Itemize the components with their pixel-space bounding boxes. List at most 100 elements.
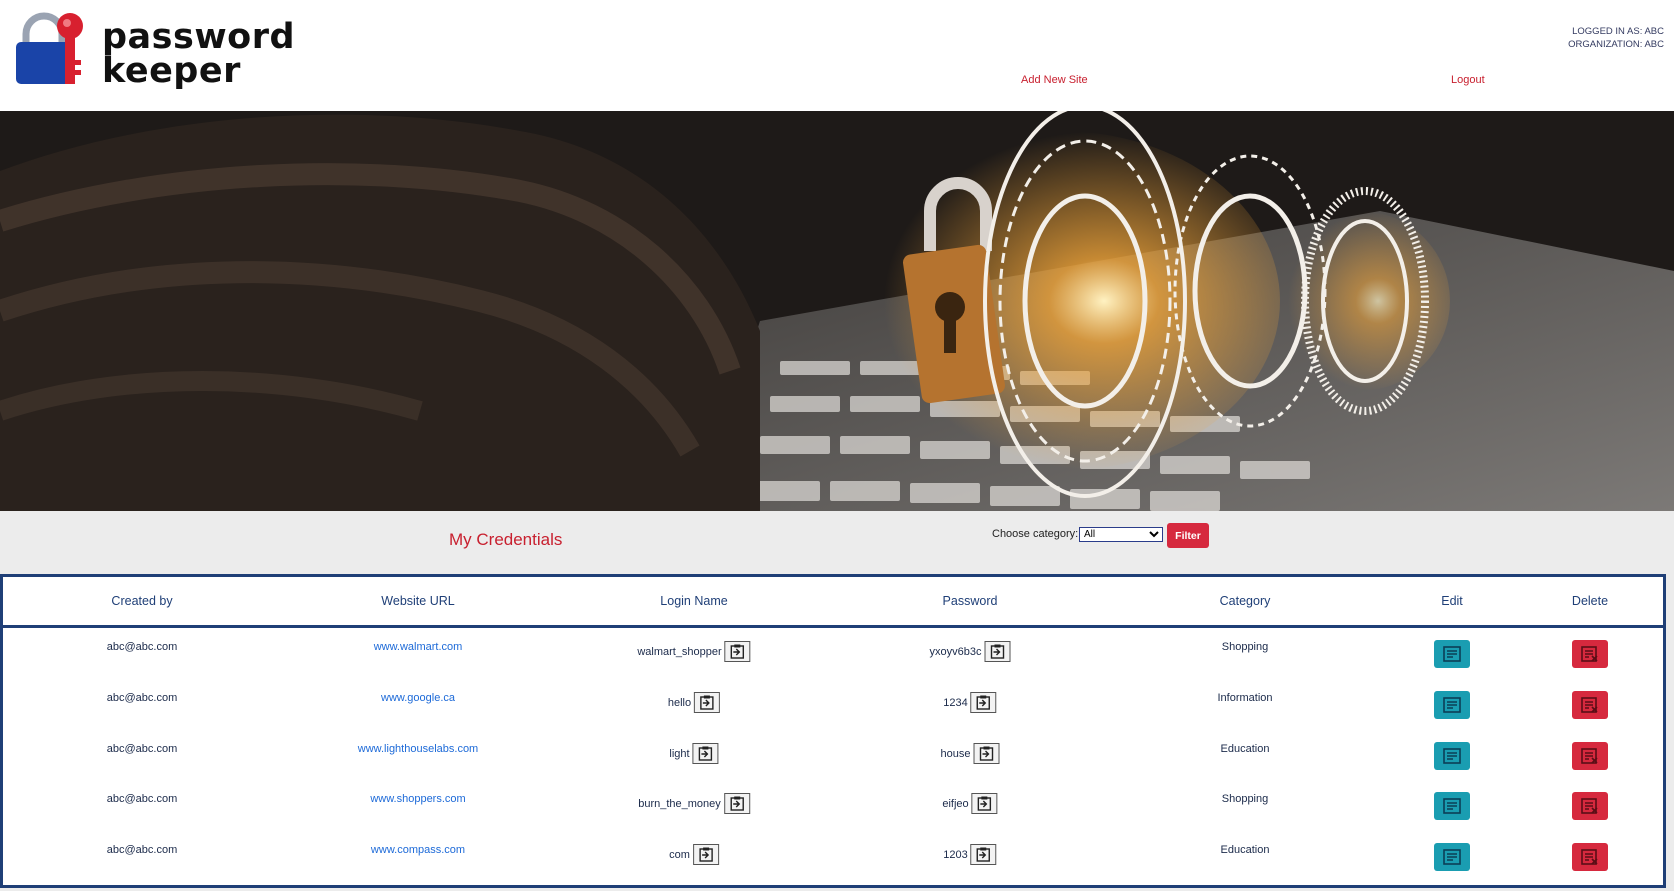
copy-login-button[interactable] <box>723 793 750 814</box>
edit-document-icon <box>1443 646 1461 662</box>
edit-document-icon <box>1443 697 1461 713</box>
clipboard-copy-icon <box>977 847 991 862</box>
delete-button[interactable] <box>1572 742 1608 770</box>
brand-line-2: keeper <box>102 51 241 91</box>
edit-button[interactable] <box>1434 742 1470 770</box>
page-title: My Credentials <box>449 530 563 549</box>
table-row: abc@abc.com www.lighthouselabs.com light… <box>3 729 1663 779</box>
organization: ORGANIZATION: abc <box>1568 39 1664 50</box>
login-name-cell: burn_the_money <box>638 793 750 814</box>
category-cell: Education <box>1220 743 1270 755</box>
add-new-site-link[interactable]: Add New Site <box>1021 74 1088 86</box>
website-url-link[interactable]: www.shoppers.com <box>370 793 465 805</box>
header-website-url: Website URL <box>381 594 455 608</box>
edit-document-icon <box>1443 748 1461 764</box>
copy-login-button[interactable] <box>694 692 721 713</box>
logout-link[interactable]: Logout <box>1451 74 1485 86</box>
hero-banner-image <box>0 111 1674 511</box>
hero-illustration <box>0 111 1674 511</box>
header-created-by: Created by <box>111 594 173 608</box>
brand-line-1: password <box>102 17 296 57</box>
clipboard-copy-icon <box>699 847 713 862</box>
password-text: yxoyv6b3c <box>929 645 982 658</box>
password-text: 1203 <box>943 848 968 861</box>
login-name-text: burn_the_money <box>638 797 721 810</box>
login-name-text: com <box>669 848 690 861</box>
copy-password-button[interactable] <box>970 692 997 713</box>
copy-login-button[interactable] <box>692 844 719 865</box>
password-cell: 1234 <box>943 692 997 713</box>
copy-login-button[interactable] <box>724 641 751 662</box>
website-url-link[interactable]: www.walmart.com <box>374 641 463 653</box>
edit-document-icon <box>1443 849 1461 865</box>
password-text: 1234 <box>943 696 968 709</box>
website-url-link[interactable]: www.google.ca <box>381 692 455 704</box>
header-login-name: Login Name <box>660 594 728 608</box>
category-select[interactable]: All <box>1079 527 1163 542</box>
delete-document-icon <box>1581 748 1598 764</box>
top-header: password keeper Add New Site Logout LOGG… <box>0 0 1674 111</box>
login-name-cell: hello <box>667 692 721 713</box>
table-row: abc@abc.com www.compass.com com 1203 Edu… <box>3 830 1663 880</box>
header-category: Category <box>1219 594 1271 608</box>
website-url-link[interactable]: www.lighthouselabs.com <box>358 743 478 755</box>
table-row: abc@abc.com www.walmart.com walmart_shop… <box>3 627 1663 677</box>
password-text: house <box>940 747 971 760</box>
filter-button[interactable]: Filter <box>1167 523 1209 548</box>
delete-document-icon <box>1581 646 1598 662</box>
clipboard-copy-icon <box>979 746 994 761</box>
created-by-cell: abc@abc.com <box>106 692 178 704</box>
edit-button[interactable] <box>1434 691 1470 719</box>
brand-name: password keeper <box>102 17 296 91</box>
login-name-text: walmart_shopper <box>637 645 722 658</box>
edit-button[interactable] <box>1434 843 1470 871</box>
edit-document-icon <box>1443 798 1461 814</box>
login-name-cell: light <box>669 743 719 764</box>
website-url-link[interactable]: www.compass.com <box>371 844 465 856</box>
login-name-text: light <box>669 747 690 760</box>
copy-login-button[interactable] <box>692 743 719 764</box>
copy-password-button[interactable] <box>970 844 997 865</box>
copy-password-button[interactable] <box>971 793 998 814</box>
copy-password-button[interactable] <box>973 743 1000 764</box>
password-cell: house <box>941 743 1000 764</box>
created-by-cell: abc@abc.com <box>106 641 178 653</box>
credentials-table: Created by Website URL Login Name Passwo… <box>0 574 1666 888</box>
edit-button[interactable] <box>1434 640 1470 668</box>
created-by-cell: abc@abc.com <box>106 743 178 755</box>
header-password: Password <box>942 594 998 608</box>
password-text: eifjeo <box>942 797 969 810</box>
password-cell: yxoyv6b3c <box>930 641 1011 662</box>
app-logo[interactable]: password keeper <box>14 10 295 90</box>
category-cell: Education <box>1220 844 1270 856</box>
login-name-cell: walmart_shopper <box>637 641 751 662</box>
delete-button[interactable] <box>1572 843 1608 871</box>
edit-button[interactable] <box>1434 792 1470 820</box>
category-cell: Shopping <box>1221 793 1269 805</box>
header-delete: Delete <box>1571 594 1609 608</box>
category-cell: Shopping <box>1221 641 1269 653</box>
delete-button[interactable] <box>1572 640 1608 668</box>
clipboard-copy-icon <box>700 695 714 710</box>
delete-document-icon <box>1581 849 1598 865</box>
clipboard-copy-icon <box>730 796 744 811</box>
header-edit: Edit <box>1441 594 1463 608</box>
table-header: Created by Website URL Login Name Passwo… <box>3 577 1663 628</box>
session-info: LOGGED IN AS: abc ORGANIZATION: abc <box>1568 25 1664 51</box>
category-cell: Information <box>1217 692 1273 704</box>
delete-document-icon <box>1581 697 1598 713</box>
clipboard-copy-icon <box>698 746 713 761</box>
password-cell: eifjeo <box>942 793 998 814</box>
created-by-cell: abc@abc.com <box>106 844 178 856</box>
login-name-text: hello <box>667 696 692 709</box>
padlock-key-icon <box>16 12 83 84</box>
clipboard-copy-icon <box>730 644 745 659</box>
delete-button[interactable] <box>1572 691 1608 719</box>
clipboard-copy-icon <box>990 644 1005 659</box>
copy-password-button[interactable] <box>984 641 1011 662</box>
delete-button[interactable] <box>1572 792 1608 820</box>
table-row: abc@abc.com www.google.ca hello 1234 Inf… <box>3 678 1663 728</box>
created-by-cell: abc@abc.com <box>106 793 178 805</box>
login-name-cell: com <box>669 844 719 865</box>
table-row: abc@abc.com www.shoppers.com burn_the_mo… <box>3 779 1663 829</box>
